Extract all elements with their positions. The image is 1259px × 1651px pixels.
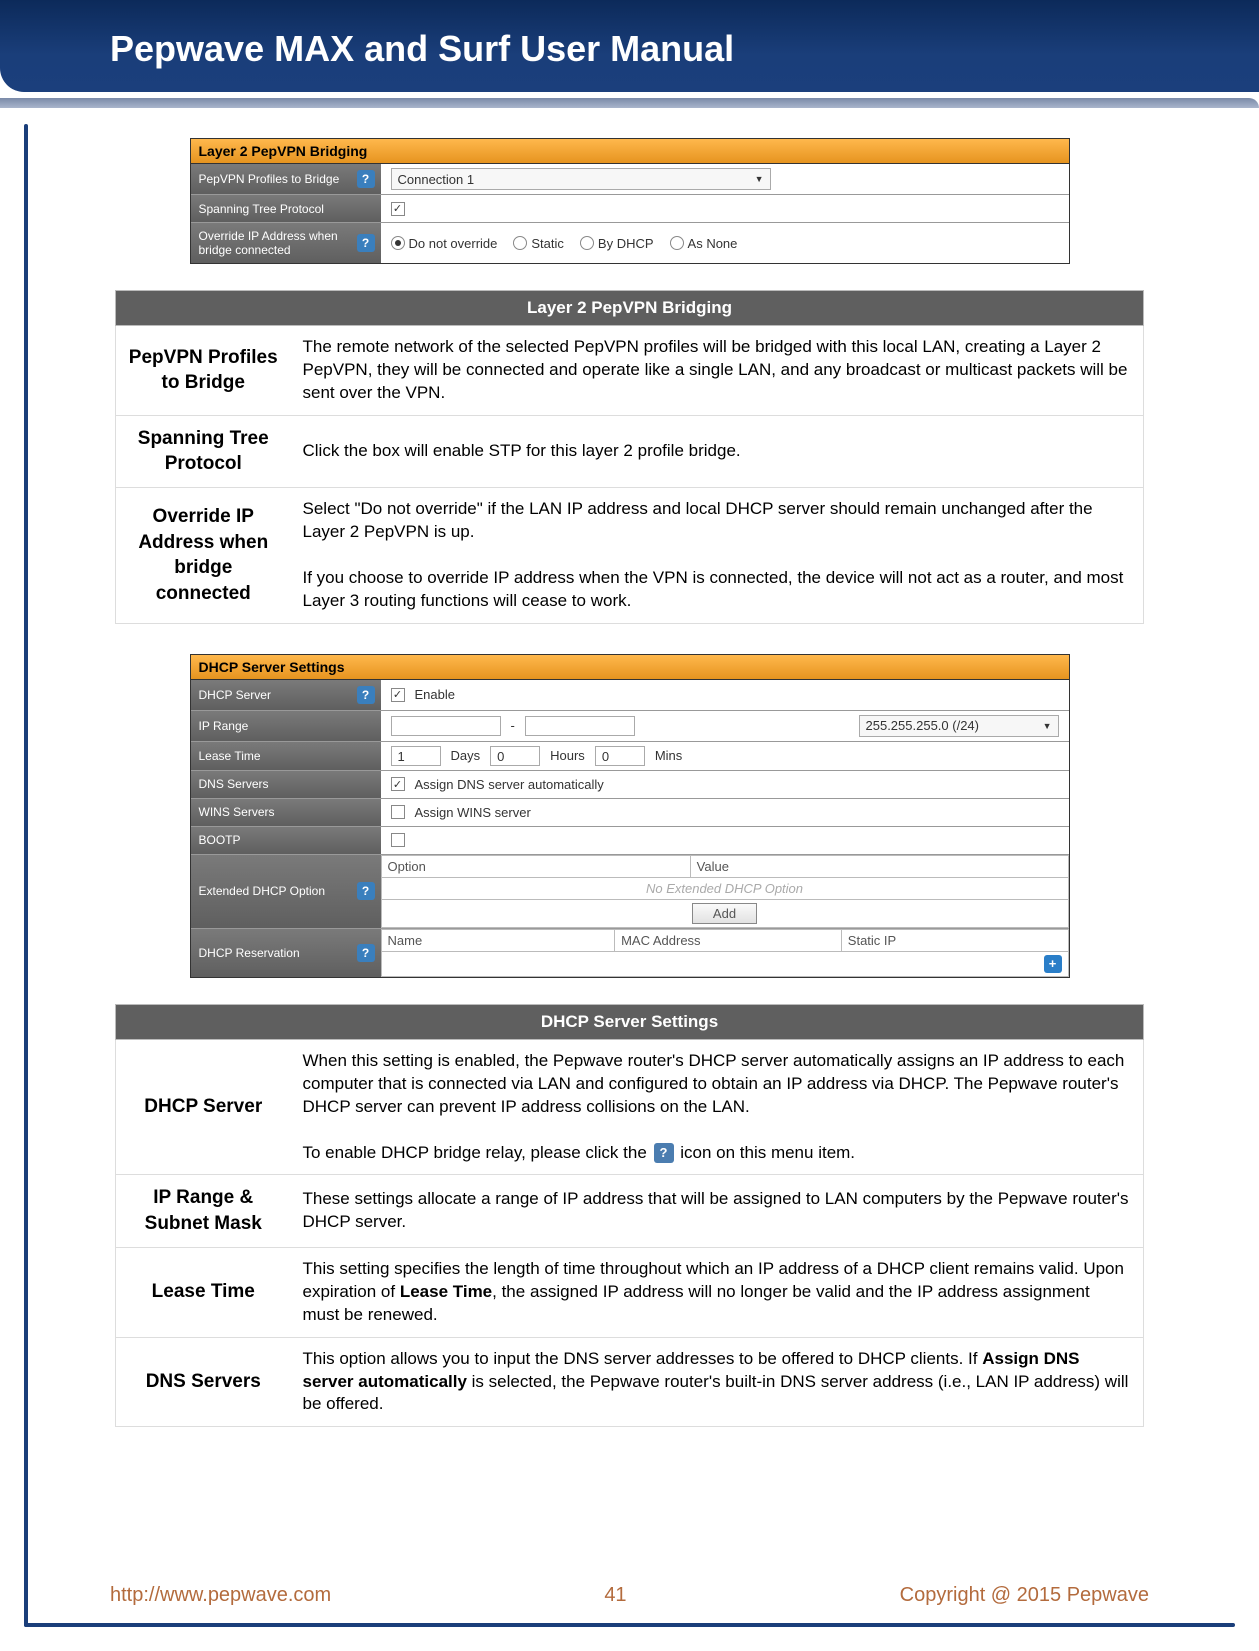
override-radio-donot[interactable] (391, 236, 405, 250)
subnet-mask-select[interactable]: 255.255.255.0 (/24) ▼ (859, 715, 1059, 737)
table1-row1-desc: Click the box will enable STP for this l… (291, 415, 1144, 487)
table1-row2-label: Override IP Address when bridge connecte… (116, 488, 291, 624)
ip-range-start-input[interactable] (391, 716, 501, 736)
footer-copyright: Copyright @ 2015 Pepwave (900, 1584, 1149, 1607)
lease-hours-input[interactable]: 0 (490, 746, 540, 766)
table1-row2-desc: Select "Do not override" if the LAN IP a… (291, 488, 1144, 624)
ui1-row-override: Override IP Address when bridge connecte… (191, 223, 1069, 263)
lease-mins-input[interactable]: 0 (595, 746, 645, 766)
ui1-override-label: Override IP Address when bridge connecte… (191, 223, 381, 263)
table1-row0-desc: The remote network of the selected PepVP… (291, 326, 1144, 416)
table1-row0-label: PepVPN Profiles to Bridge (116, 326, 291, 416)
table-dhcp-desc: DHCP Server Settings DHCP Server When th… (115, 1004, 1144, 1428)
override-radio-dhcp[interactable] (580, 236, 594, 250)
ui-panel-dhcp: DHCP Server Settings DHCP Server ? Enabl… (190, 654, 1070, 978)
table2-row2-label: Lease Time (116, 1247, 291, 1337)
ui2-header: DHCP Server Settings (191, 655, 1069, 680)
stp-checkbox[interactable] (391, 202, 405, 216)
chevron-down-icon: ▼ (1043, 721, 1052, 731)
override-radio-group: Do not override Static By DHCP As None (381, 223, 1069, 263)
help-icon: ? (654, 1143, 674, 1163)
ui2-iprange-label: IP Range (191, 711, 381, 741)
wins-checkbox[interactable] (391, 805, 405, 819)
table2-row1-desc: These settings allocate a range of IP ad… (291, 1175, 1144, 1247)
page-border-left (24, 124, 28, 1627)
help-icon[interactable]: ? (357, 686, 375, 704)
table2-row0-label: DHCP Server (116, 1039, 291, 1175)
help-icon[interactable]: ? (357, 234, 375, 252)
header-accent-bar (0, 98, 1259, 108)
ui1-row-stp: Spanning Tree Protocol (191, 195, 1069, 223)
table2-row3-label: DNS Servers (116, 1337, 291, 1427)
footer-url: http://www.pepwave.com (110, 1584, 331, 1607)
document-header: Pepwave MAX and Surf User Manual (0, 0, 1259, 92)
ui1-header: Layer 2 PepVPN Bridging (191, 139, 1069, 164)
help-icon[interactable]: ? (357, 170, 375, 188)
footer-page-number: 41 (604, 1584, 626, 1607)
dns-auto-checkbox[interactable] (391, 777, 405, 791)
ui1-stp-label: Spanning Tree Protocol (191, 195, 381, 222)
table2-row1-label: IP Range & Subnet Mask (116, 1175, 291, 1247)
ui1-row-profiles: PepVPN Profiles to Bridge ? Connection 1… (191, 164, 1069, 195)
table2-row2-desc: This setting specifies the length of tim… (291, 1247, 1144, 1337)
override-radio-none[interactable] (670, 236, 684, 250)
help-icon[interactable]: ? (357, 944, 375, 962)
lease-days-input[interactable]: 1 (391, 746, 441, 766)
profiles-select[interactable]: Connection 1 ▼ (391, 168, 771, 190)
table2-header: DHCP Server Settings (116, 1004, 1144, 1039)
ui2-dhcp-label: DHCP Server ? (191, 680, 381, 710)
table1-row1-label: Spanning Tree Protocol (116, 415, 291, 487)
page-footer: http://www.pepwave.com 41 Copyright @ 20… (0, 1584, 1259, 1607)
page-border-bottom (24, 1623, 1235, 1627)
ui-panel-layer2: Layer 2 PepVPN Bridging PepVPN Profiles … (190, 138, 1070, 264)
ui2-bootp-label: BOOTP (191, 827, 381, 854)
dhcp-enable-checkbox[interactable] (391, 688, 405, 702)
ui2-wins-label: WINS Servers (191, 799, 381, 826)
override-radio-static[interactable] (513, 236, 527, 250)
bootp-checkbox[interactable] (391, 833, 405, 847)
ui1-profiles-label: PepVPN Profiles to Bridge ? (191, 164, 381, 194)
extended-dhcp-table: Option Value No Extended DHCP Option Add (381, 855, 1069, 928)
ui2-lease-label: Lease Time (191, 742, 381, 770)
chevron-down-icon: ▼ (755, 174, 764, 184)
dhcp-reservation-table: Name MAC Address Static IP + (381, 929, 1069, 977)
table-layer2-desc: Layer 2 PepVPN Bridging PepVPN Profiles … (115, 290, 1144, 624)
ui2-ext-label: Extended DHCP Option ? (191, 855, 381, 928)
help-icon[interactable]: ? (357, 882, 375, 900)
document-title: Pepwave MAX and Surf User Manual (110, 28, 1219, 70)
manual-page: Pepwave MAX and Surf User Manual Layer 2… (0, 0, 1259, 1651)
ip-range-end-input[interactable] (525, 716, 635, 736)
table1-header: Layer 2 PepVPN Bridging (116, 291, 1144, 326)
table2-row0-desc: When this setting is enabled, the Pepwav… (291, 1039, 1144, 1175)
table2-row3-desc: This option allows you to input the DNS … (291, 1337, 1144, 1427)
add-button[interactable]: Add (692, 903, 757, 924)
ui2-dns-label: DNS Servers (191, 771, 381, 798)
plus-icon[interactable]: + (1044, 955, 1062, 973)
ui2-resv-label: DHCP Reservation ? (191, 929, 381, 977)
